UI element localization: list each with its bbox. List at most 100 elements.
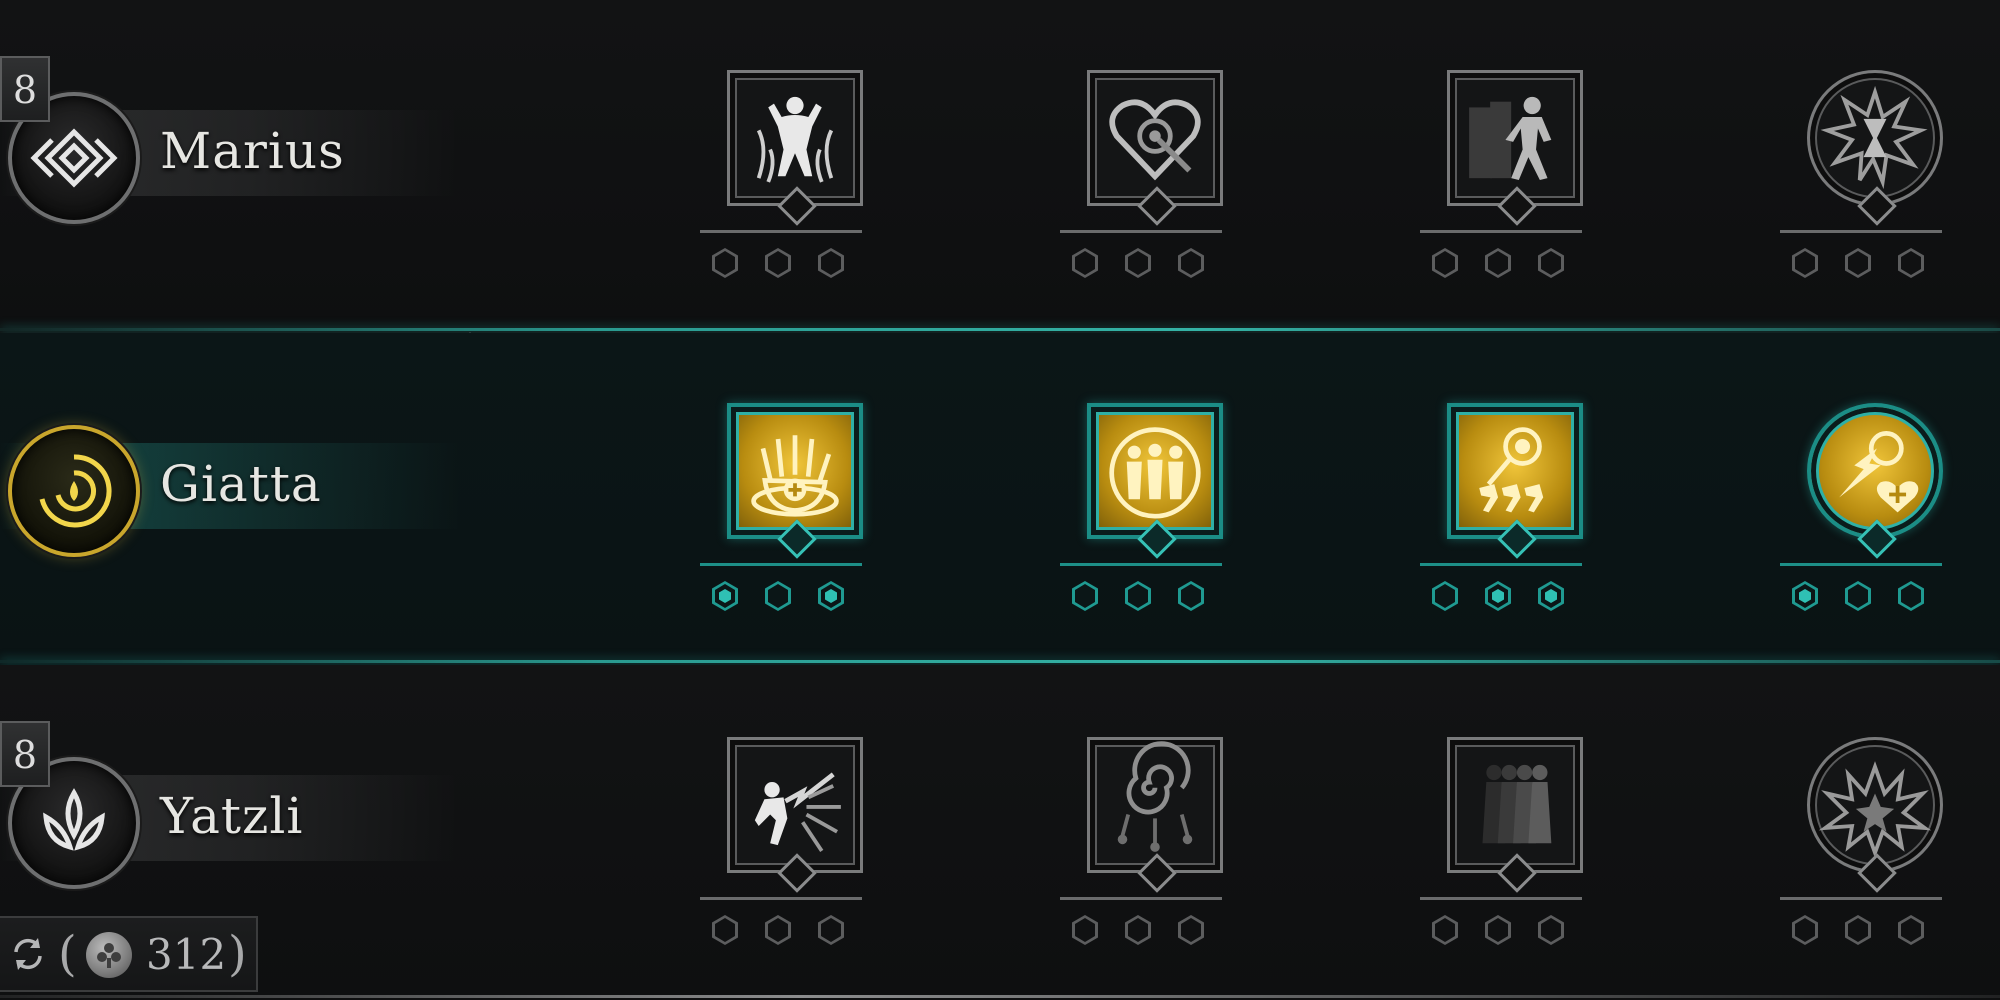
- perk-tile[interactable]: [727, 737, 863, 873]
- upgrade-pip: [1845, 248, 1871, 278]
- upgrade-pip: [712, 248, 738, 278]
- reset-cycle-icon[interactable]: [8, 934, 48, 974]
- bottom-border: [0, 995, 2000, 998]
- silver-coin-icon: [86, 932, 132, 978]
- perk-slot[interactable]: [700, 737, 870, 945]
- level-badge: 8: [0, 721, 50, 787]
- upgrade-pip: [1792, 248, 1818, 278]
- perk-slot[interactable]: [1780, 403, 1950, 611]
- upgrade-pip: [1125, 915, 1151, 945]
- targeted-heart-icon: [1109, 99, 1201, 181]
- upgrade-pip: [1845, 915, 1871, 945]
- upgrade-pip: [1792, 915, 1818, 945]
- perk-slot[interactable]: [1060, 737, 1230, 945]
- upgrade-pip-filled: [818, 581, 844, 611]
- character-name: Marius: [160, 122, 345, 180]
- upgrade-pips: [1432, 581, 1592, 617]
- perk-slot[interactable]: [700, 70, 870, 278]
- lightning-strike-figure-icon: [754, 772, 841, 852]
- upgrade-pip-filled: [1792, 581, 1818, 611]
- perk-slot[interactable]: [1420, 737, 1590, 945]
- perk-underline: [1420, 897, 1582, 900]
- perk-tile[interactable]: [727, 70, 863, 206]
- upgrade-pip: [1178, 248, 1204, 278]
- open-paren: (: [58, 926, 77, 982]
- perk-tile[interactable]: [1807, 403, 1943, 539]
- perk-slot[interactable]: [1420, 70, 1590, 278]
- perk-underline: [700, 897, 862, 900]
- character-name: Giatta: [160, 455, 322, 513]
- upgrade-pip: [1898, 581, 1924, 611]
- perk-slot[interactable]: [1420, 403, 1590, 611]
- character-row-yatzli[interactable]: 8 Yatzli: [0, 665, 2000, 1000]
- upgrade-pips: [1792, 248, 1952, 284]
- shadow-clones-icon: [1482, 764, 1552, 844]
- giatta-emblem[interactable]: [8, 425, 140, 557]
- perk-slot[interactable]: [1780, 737, 1950, 945]
- upgrade-pip: [1845, 581, 1871, 611]
- perk-tile[interactable]: [1447, 403, 1583, 539]
- perk-underline: [1780, 230, 1942, 233]
- level-badge: 8: [0, 56, 50, 122]
- perk-slot[interactable]: [1060, 70, 1230, 278]
- upgrade-pip: [765, 915, 791, 945]
- perk-underline: [1060, 563, 1222, 566]
- perk-tile[interactable]: [1087, 737, 1223, 873]
- upgrade-pips: [1072, 581, 1232, 617]
- hourglass-burst-icon: [1820, 85, 1928, 190]
- perk-tile[interactable]: [1807, 70, 1943, 206]
- row-separator: [0, 328, 2000, 331]
- perk-slot[interactable]: [1780, 70, 1950, 278]
- upgrade-pips: [712, 915, 872, 951]
- perk-slot[interactable]: [1060, 403, 1230, 611]
- upgrade-pip: [818, 915, 844, 945]
- character-row-marius[interactable]: 8 Marius: [0, 0, 2000, 332]
- perk-underline: [700, 230, 862, 233]
- perk-tile[interactable]: [1087, 70, 1223, 206]
- perk-slot[interactable]: [700, 403, 870, 611]
- row-separator: [0, 660, 2000, 663]
- close-paren: ): [228, 926, 247, 982]
- upgrade-pips: [712, 248, 872, 284]
- spiral-charm-icon: [1117, 741, 1193, 852]
- upgrade-pip: [1538, 915, 1564, 945]
- perk-underline: [1420, 230, 1582, 233]
- upgrade-pip: [1072, 915, 1098, 945]
- upgrade-pip: [1125, 581, 1151, 611]
- explosion-burst-icon: [1818, 761, 1932, 859]
- character-row-giatta[interactable]: Giatta: [0, 333, 2000, 665]
- upgrade-pip: [1125, 248, 1151, 278]
- upgrade-pip: [1072, 581, 1098, 611]
- character-name: Yatzli: [160, 787, 304, 845]
- perk-tile[interactable]: [1807, 737, 1943, 873]
- upgrade-pip: [765, 581, 791, 611]
- water-drop-spiral-emblem-icon: [39, 454, 112, 528]
- upgrade-pip: [1432, 581, 1458, 611]
- upgrade-pip: [1898, 248, 1924, 278]
- upgrade-pip: [818, 248, 844, 278]
- perk-tile[interactable]: [727, 403, 863, 539]
- upgrade-pips: [712, 581, 872, 617]
- three-allies-icon: [1109, 427, 1201, 519]
- mind-control-figure-icon: [756, 96, 834, 183]
- upgrade-pip: [1538, 248, 1564, 278]
- upgrade-pips: [1432, 915, 1592, 951]
- upgrade-pips: [1792, 915, 1952, 951]
- burst-heal-icon: [1839, 431, 1919, 513]
- upgrade-pip: [1898, 915, 1924, 945]
- perk-tile[interactable]: [1447, 70, 1583, 206]
- perk-tile[interactable]: [1447, 737, 1583, 873]
- upgrade-pips: [1072, 248, 1232, 284]
- perk-tile[interactable]: [1087, 403, 1223, 539]
- upgrade-pip-filled: [1485, 581, 1511, 611]
- perk-underline: [1780, 897, 1942, 900]
- upgrade-pip: [1432, 915, 1458, 945]
- upgrade-pip: [1432, 248, 1458, 278]
- upgrade-pip: [765, 248, 791, 278]
- upgrade-pip: [1178, 581, 1204, 611]
- upgrade-pip-filled: [712, 581, 738, 611]
- perk-underline: [1780, 563, 1942, 566]
- sun-runners-icon: [1479, 427, 1544, 513]
- perk-underline: [1060, 897, 1222, 900]
- upgrade-pip: [1072, 248, 1098, 278]
